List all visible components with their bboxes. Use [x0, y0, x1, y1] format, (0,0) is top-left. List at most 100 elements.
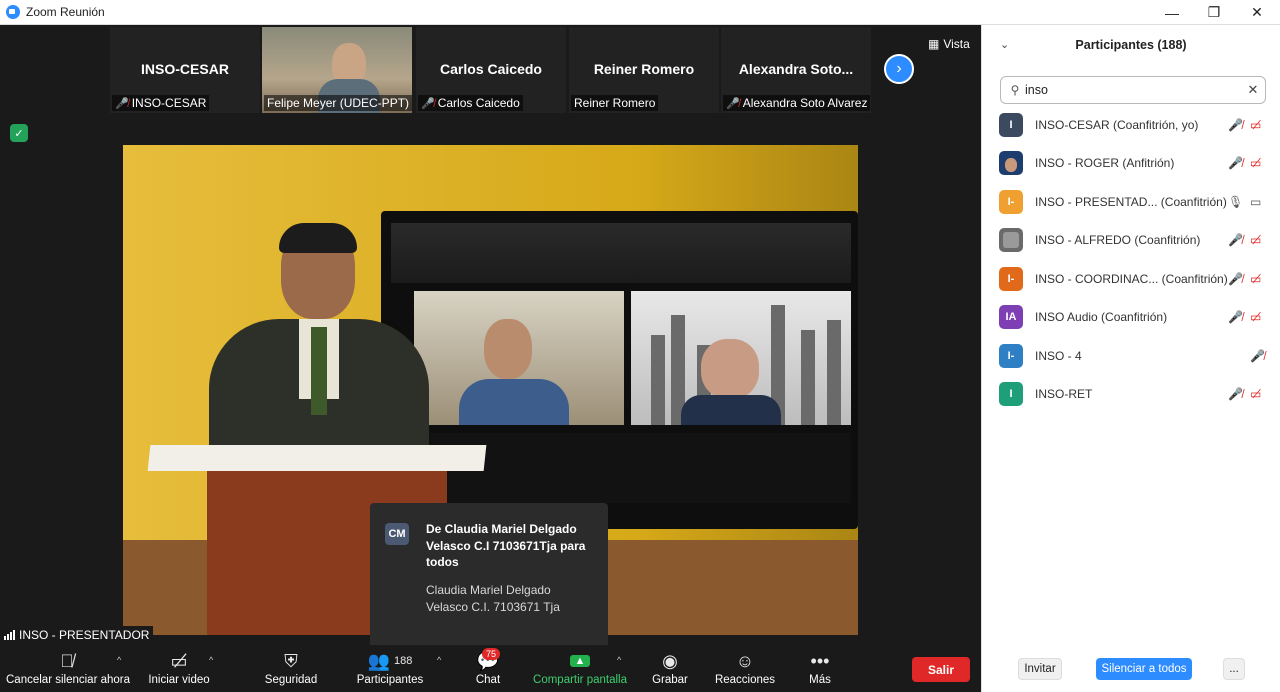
avatar: IA — [999, 305, 1023, 329]
participant-row[interactable]: I- INSO - PRESENTAD... (Coanfitrión) 🎙 ▭ — [982, 183, 1280, 221]
share-screen-icon: ▲ — [569, 655, 591, 667]
video-tile[interactable]: Carlos Caicedo 🎤̸ Carlos Caicedo — [416, 27, 566, 113]
restore-button[interactable]: ❐ — [1193, 0, 1235, 25]
participant-strip: INSO-CESAR 🎤̸ INSO-CESAR Felipe Meyer (UD… — [0, 25, 981, 114]
participants-panel: ⌄ Participantes (188) ⚲ inso ✕ I INSO-CE… — [981, 25, 1280, 692]
audio-options-icon[interactable]: ^ — [117, 655, 121, 665]
avatar: I- — [999, 344, 1023, 368]
view-button[interactable]: ▦ Vista — [928, 37, 970, 51]
tile-label: 🎤̸ Carlos Caicedo — [418, 95, 523, 111]
mute-all-button[interactable]: Silenciar a todos — [1096, 658, 1192, 680]
reactions-button[interactable]: ☺ Reacciones — [714, 648, 776, 690]
security-button[interactable]: ⛨ Seguridad — [262, 648, 320, 690]
camera-off-icon[interactable]: ▭̸ — [1250, 387, 1261, 401]
avatar: I — [999, 382, 1023, 406]
chat-button[interactable]: 💬 75 Chat — [468, 648, 508, 690]
chat-notification[interactable]: CM De Claudia Mariel Delgado Velasco C.I… — [370, 503, 608, 660]
tile-label: Reiner Romero — [571, 95, 659, 111]
mic-muted-icon: 🎤̸ — [115, 97, 129, 110]
more-options-button[interactable]: ... — [1223, 658, 1245, 680]
participants-options-icon[interactable]: ^ — [437, 655, 441, 665]
unmute-button[interactable]: 🎙̸ Cancelar silenciar ahora — [6, 648, 130, 690]
participant-name: INSO - COORDINAC... (Coanfitrión) — [1035, 272, 1228, 286]
mic-muted-icon[interactable]: 🎤̸ — [1250, 349, 1265, 363]
mic-muted-icon: 🎤̸ — [421, 97, 435, 110]
mic-muted-icon[interactable]: 🎤̸ — [1228, 118, 1243, 132]
tile-name: INSO-CESAR — [141, 61, 229, 77]
tile-label: 🎤̸ INSO-CESAR — [112, 95, 210, 111]
avatar — [999, 151, 1023, 175]
more-icon: ••• — [810, 650, 830, 671]
avatar: I- — [999, 267, 1023, 291]
video-tile[interactable]: INSO-CESAR 🎤̸ INSO-CESAR — [110, 27, 260, 113]
camera-off-icon[interactable]: ▭̸ — [1250, 272, 1261, 286]
participant-row[interactable]: INSO - ALFREDO (Coanfitrión) 🎤̸ ▭̸ — [982, 221, 1280, 259]
window-titlebar: Zoom Reunión — ❐ ✕ — [0, 0, 1280, 25]
chat-message: Claudia Mariel Delgado Velasco C.I. 7103… — [426, 583, 560, 614]
participant-name: INSO - ALFREDO (Coanfitrión) — [1035, 233, 1201, 247]
shield-icon: ⛨ — [284, 650, 298, 671]
camera-on-icon[interactable]: ▭ — [1250, 195, 1261, 209]
camera-off-icon[interactable]: ▭̸ — [1250, 310, 1261, 324]
mic-muted-icon: 🎙̸ — [60, 650, 74, 671]
record-icon: ◉ — [662, 650, 678, 671]
participant-row[interactable]: IA INSO Audio (Coanfitrión) 🎤̸ ▭̸ — [982, 298, 1280, 336]
participant-name: INSO - 4 — [1035, 349, 1082, 363]
video-tile[interactable]: Reiner Romero Reiner Romero — [569, 27, 719, 113]
avatar — [999, 228, 1023, 252]
tile-name: Reiner Romero — [593, 61, 695, 77]
participant-name: INSO-CESAR (Coanfitrión, yo) — [1035, 118, 1199, 132]
minimize-button[interactable]: — — [1151, 0, 1193, 25]
smiley-icon: ☺ — [735, 650, 755, 671]
participants-button[interactable]: 👥 188 Participantes — [356, 648, 424, 690]
camera-off-icon[interactable]: ▭̸ — [1250, 233, 1261, 247]
avatar: I — [999, 113, 1023, 137]
meeting-area: INSO-CESAR 🎤̸ INSO-CESAR Felipe Meyer (UD… — [0, 25, 981, 692]
participant-row[interactable]: I- INSO - 4 🎤̸ — [982, 337, 1280, 375]
video-options-icon[interactable]: ^ — [209, 655, 213, 665]
mic-muted-icon[interactable]: 🎤̸ — [1228, 156, 1243, 170]
participant-search[interactable]: ⚲ inso ✕ — [1000, 76, 1266, 104]
tile-label: 🎤̸ Alexandra Soto Alvarez — [723, 95, 871, 111]
search-icon: ⚲ — [1010, 83, 1020, 97]
tile-label: Felipe Meyer (UDEC-PPT) — [264, 95, 412, 111]
mic-muted-icon[interactable]: 🎤̸ — [1228, 387, 1243, 401]
mic-on-icon[interactable]: 🎙 — [1228, 195, 1243, 209]
people-icon: 👥 — [367, 650, 391, 671]
participant-row[interactable]: I- INSO - COORDINAC... (Coanfitrión) 🎤̸ … — [982, 260, 1280, 298]
leave-button[interactable]: Salir — [912, 657, 970, 682]
invite-button[interactable]: Invitar — [1018, 658, 1062, 680]
grid-icon: ▦ — [928, 37, 940, 51]
participant-row[interactable]: I INSO-RET 🎤̸ ▭̸ — [982, 375, 1280, 413]
share-screen-button[interactable]: ▲ Compartir pantalla — [530, 648, 630, 690]
camera-off-icon[interactable]: ▭̸ — [1250, 156, 1261, 170]
close-button[interactable]: ✕ — [1236, 0, 1278, 25]
presenter-label: INSO - PRESENTADOR — [0, 626, 154, 644]
share-options-icon[interactable]: ^ — [617, 655, 621, 665]
participant-row[interactable]: I INSO-CESAR (Coanfitrión, yo) 🎤̸ ▭̸ — [982, 106, 1280, 144]
camera-off-icon[interactable]: ▭̸ — [1250, 118, 1261, 132]
zoom-logo-icon — [6, 5, 20, 19]
encryption-shield-icon[interactable]: ✓ — [10, 124, 28, 142]
meeting-toolbar: 🎙̸ Cancelar silenciar ahora ^ ▭̸ Iniciar… — [0, 645, 981, 692]
search-input[interactable]: inso — [1025, 83, 1241, 97]
avatar: CM — [385, 523, 409, 545]
mic-muted-icon[interactable]: 🎤̸ — [1228, 272, 1243, 286]
mic-muted-icon: 🎤̸ — [726, 97, 740, 110]
more-button[interactable]: ••• Más — [804, 648, 836, 690]
mic-muted-icon[interactable]: 🎤̸ — [1228, 233, 1243, 247]
next-page-icon[interactable]: › — [884, 54, 914, 84]
participant-name: INSO Audio (Coanfitrión) — [1035, 310, 1168, 324]
clear-icon[interactable]: ✕ — [1241, 82, 1265, 98]
start-video-button[interactable]: ▭̸ Iniciar video — [146, 648, 212, 690]
record-button[interactable]: ◉ Grabar — [650, 648, 690, 690]
participant-row[interactable]: INSO - ROGER (Anfitrión) 🎤̸ ▭̸ — [982, 144, 1280, 182]
chat-badge: 75 — [482, 648, 501, 660]
participant-name: INSO - PRESENTAD... (Coanfitrión) — [1035, 195, 1227, 209]
video-tile[interactable]: Alexandra Soto... 🎤̸ Alexandra Soto Alvar… — [721, 27, 871, 113]
video-tile[interactable]: Felipe Meyer (UDEC-PPT) — [262, 27, 412, 113]
participant-name: INSO - ROGER (Anfitrión) — [1035, 156, 1175, 170]
mic-muted-icon[interactable]: 🎤̸ — [1228, 310, 1243, 324]
tile-name: Alexandra Soto... — [738, 61, 854, 77]
panel-title: Participantes (188) — [1075, 38, 1187, 52]
